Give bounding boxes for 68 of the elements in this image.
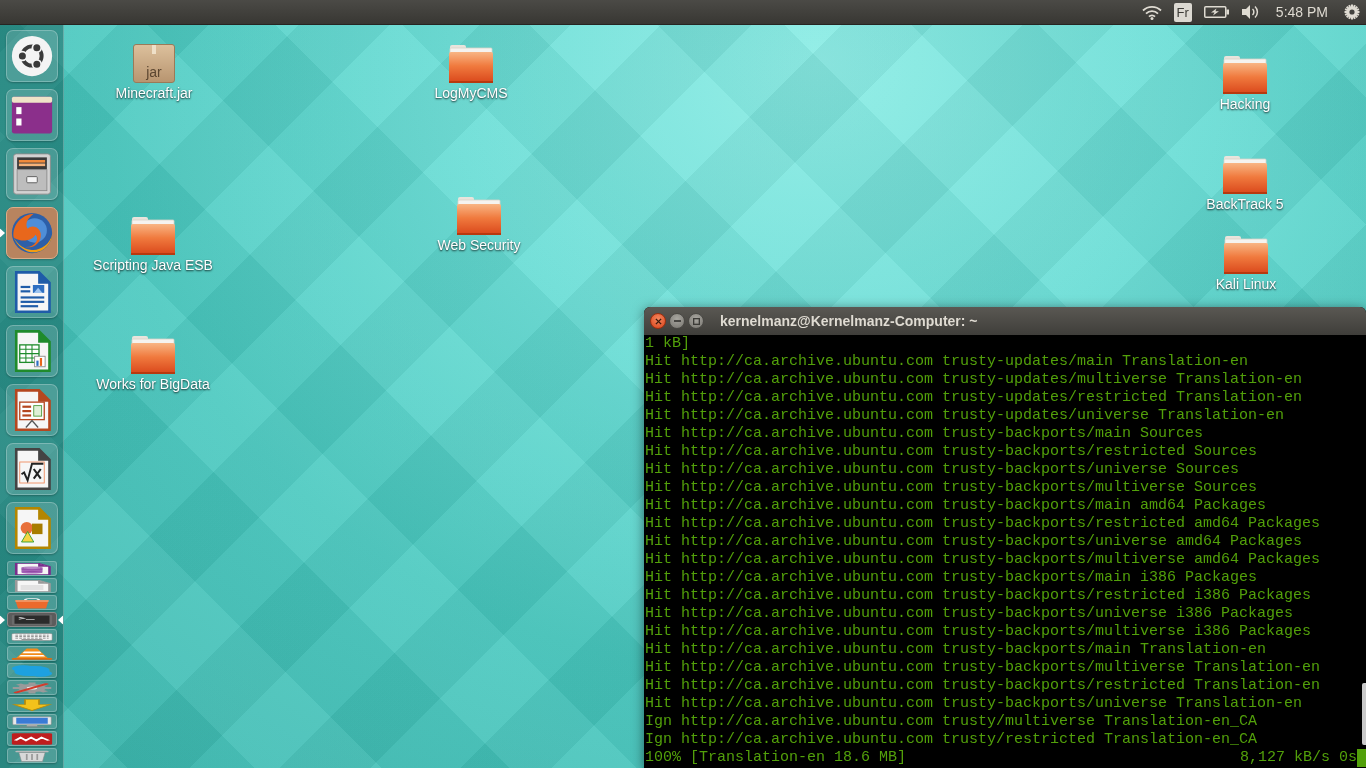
terminal-line: Hit http://ca.archive.ubuntu.com trusty-updates/multiverse Translation-en <box>645 371 1304 389</box>
terminal-line: 1 kB] <box>645 335 691 353</box>
terminal-icon <box>10 613 53 626</box>
keyboard-icon <box>10 630 53 643</box>
zigzag-icon <box>10 732 53 745</box>
minimize-button[interactable] <box>669 313 685 329</box>
desktop-icon-label[interactable]: Hacking <box>1219 96 1271 112</box>
battery-icon[interactable] <box>1203 6 1229 18</box>
terminal-line: Hit http://ca.archive.ubuntu.com trusty-backports/main Sources <box>645 425 1205 443</box>
clock[interactable]: 5:48 PM <box>1275 0 1328 25</box>
desktop-icon-label[interactable]: BackTrack 5 <box>1206 196 1284 212</box>
terminal-line: Hit http://ca.archive.ubuntu.com trusty-backports/universe Sources <box>645 461 1241 479</box>
desktop-icon-label[interactable]: Works for BigData <box>96 376 210 392</box>
desktop-icon-label[interactable]: Scripting Java ESB <box>93 257 213 273</box>
terminal-line: Hit http://ca.archive.ubuntu.com trusty-backports/main Translation-en <box>645 641 1268 659</box>
folder-icon[interactable] <box>130 217 176 255</box>
maximize-button[interactable] <box>688 313 704 329</box>
terminal-line: Ign http://ca.archive.ubuntu.com trusty/multiverse Translation-en_CA <box>645 713 1259 731</box>
cloud-icon <box>10 664 53 677</box>
folder-icon[interactable] <box>456 197 502 235</box>
terminal-line: Hit http://ca.archive.ubuntu.com trusty-backports/multiverse i386 Packages <box>645 623 1313 641</box>
fox-globe-icon <box>10 212 53 254</box>
text-cursor <box>1357 749 1366 767</box>
terminal-line: 100% [Translation-en 18.6 MB] <box>645 749 907 767</box>
terminal-line: Hit http://ca.archive.ubuntu.com trusty-backports/restricted Sources <box>645 443 1259 461</box>
folder-icon[interactable] <box>1222 156 1268 194</box>
close-icon <box>654 317 662 325</box>
desktop-icon-label[interactable]: Kali Linux <box>1215 276 1277 292</box>
terminal-line: Hit http://ca.archive.ubuntu.com trusty-backports/multiverse amd64 Packages <box>645 551 1322 569</box>
traffic-cone-icon <box>10 647 53 660</box>
terminal-line: Hit http://ca.archive.ubuntu.com trusty-backports/multiverse Translation-en <box>645 659 1322 677</box>
desktop-icon-label[interactable]: Minecraft.jar <box>115 85 193 101</box>
folder-icon[interactable] <box>448 45 494 83</box>
folder-icon[interactable] <box>1223 236 1269 274</box>
terminal-line: Hit http://ca.archive.ubuntu.com trusty-backports/universe i386 Packages <box>645 605 1295 623</box>
close-button[interactable] <box>650 313 666 329</box>
volume-icon[interactable] <box>1240 4 1259 20</box>
desktop-icon-label[interactable]: LogMyCMS <box>434 85 508 101</box>
terminal-line: Ign http://ca.archive.ubuntu.com trusty/restricted Translation-en_CA <box>645 731 1259 749</box>
monitor-icon <box>10 715 53 728</box>
window-title: kernelmanz@Kernelmanz-Computer: ~ <box>720 311 978 331</box>
minimize-icon <box>673 320 681 322</box>
scrollbar-thumb[interactable] <box>1362 683 1366 745</box>
terminal-line: Hit http://ca.archive.ubuntu.com trusty-backports/restricted amd64 Packages <box>645 515 1322 533</box>
terminal-line: Hit http://ca.archive.ubuntu.com trusty-backports/universe Translation-en <box>645 695 1304 713</box>
package-icon[interactable]: jar <box>133 44 175 83</box>
folder-icon[interactable] <box>130 336 176 374</box>
terminal-line: Hit http://ca.archive.ubuntu.com trusty-backports/main amd64 Packages <box>645 497 1268 515</box>
maximize-icon <box>692 317 700 325</box>
terminal-line: Hit http://ca.archive.ubuntu.com trusty-backports/restricted i386 Packages <box>645 587 1313 605</box>
wifi-icon[interactable] <box>1141 4 1162 20</box>
folder-icon[interactable] <box>1222 56 1268 94</box>
window-icon <box>10 94 53 136</box>
transfer-rate-text: 8,127 kB/s 0s <box>1239 749 1357 767</box>
gear-wrench-icon <box>10 681 53 694</box>
terminal-line: Hit http://ca.archive.ubuntu.com trusty-backports/universe amd64 Packages <box>645 533 1304 551</box>
file-type-label: jar <box>146 64 162 81</box>
terminal-line: Hit http://ca.archive.ubuntu.com trusty-updates/universe Translation-en <box>645 407 1286 425</box>
keyboard-layout-indicator[interactable]: Fr <box>1173 2 1192 22</box>
file-cabinet-icon <box>10 153 53 195</box>
terminal-line: Hit http://ca.archive.ubuntu.com trusty-updates/main Translation-en <box>645 353 1250 371</box>
terminal-line: Hit http://ca.archive.ubuntu.com trusty-backports/multiverse Sources <box>645 479 1259 497</box>
terminal-line: Hit http://ca.archive.ubuntu.com trusty-backports/main i386 Packages <box>645 569 1259 587</box>
gear-icon[interactable] <box>1344 4 1360 20</box>
ring-logo-icon <box>10 35 53 77</box>
desktop-icon-label[interactable]: Web Security <box>437 237 521 253</box>
terminal-line: Hit http://ca.archive.ubuntu.com trusty-backports/restricted Translation-en <box>645 677 1322 695</box>
terminal-line: Hit http://ca.archive.ubuntu.com trusty-updates/restricted Translation-en <box>645 389 1304 407</box>
